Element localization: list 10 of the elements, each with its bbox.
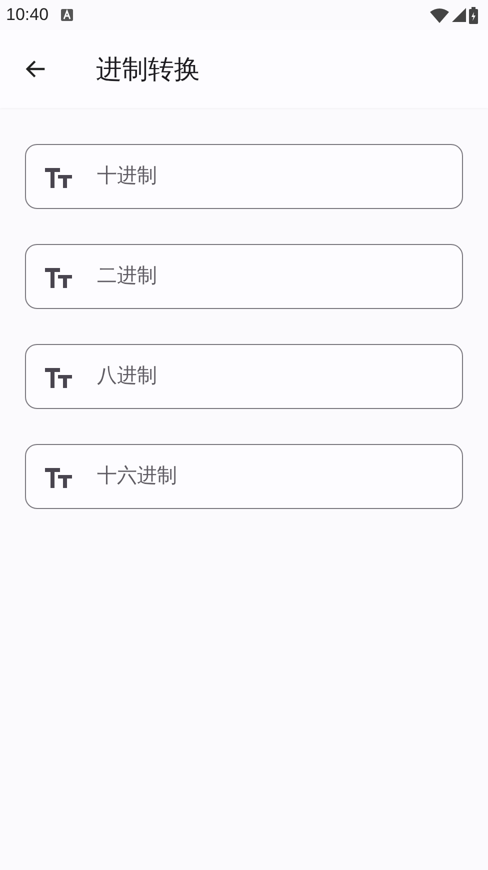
input-field[interactable]: 十进制: [25, 144, 463, 209]
input-field[interactable]: 十六进制: [25, 444, 463, 509]
input-field[interactable]: 八进制: [25, 344, 463, 409]
battery-icon: [469, 6, 478, 24]
signal-icon: [452, 8, 466, 22]
screen-title: 进制转换: [96, 52, 200, 86]
status-time: 10:40: [6, 4, 49, 26]
notification-icon: [60, 9, 73, 21]
input-field[interactable]: 二进制: [25, 244, 463, 309]
wifi-icon: [430, 8, 449, 22]
